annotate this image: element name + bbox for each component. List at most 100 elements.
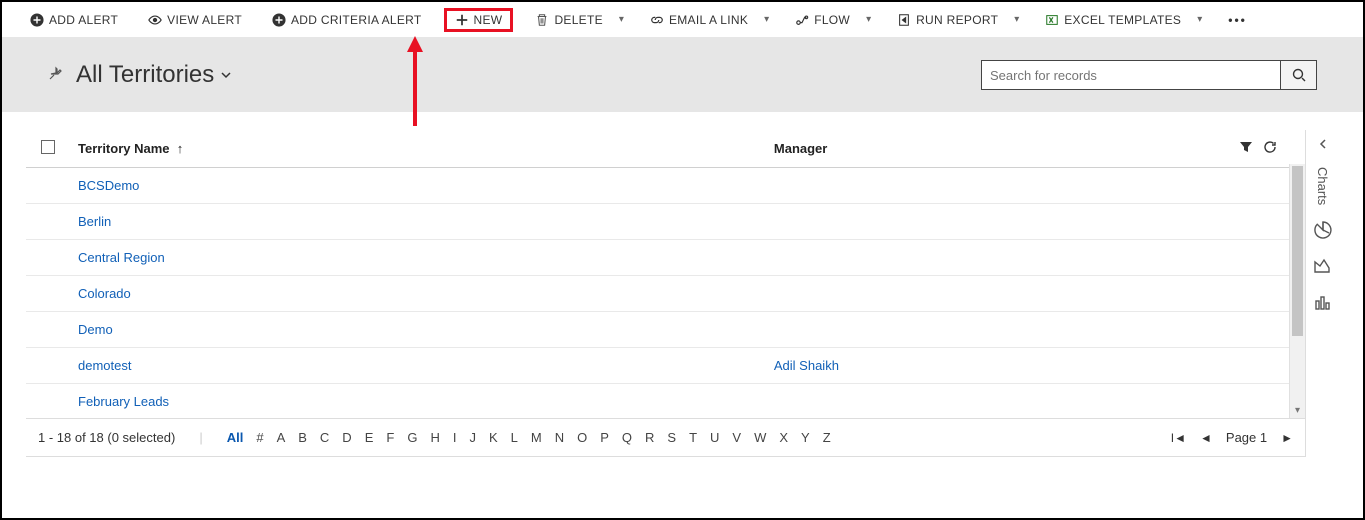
alpha-letter[interactable]: I bbox=[453, 430, 457, 445]
filter-button[interactable] bbox=[1239, 140, 1253, 157]
excel-templates-label: EXCEL TEMPLATES bbox=[1064, 13, 1181, 27]
alpha-all[interactable]: All bbox=[227, 430, 244, 445]
alpha-letter[interactable]: T bbox=[689, 430, 697, 445]
run-report-button[interactable]: RUN REPORT bbox=[889, 9, 1006, 31]
alpha-letter[interactable]: Q bbox=[622, 430, 632, 445]
vertical-scrollbar[interactable]: ▾ bbox=[1289, 164, 1305, 418]
eye-icon bbox=[148, 13, 162, 27]
col-manager[interactable]: Manager bbox=[766, 130, 1231, 168]
scroll-down-icon[interactable]: ▾ bbox=[1290, 402, 1305, 418]
flow-dropdown[interactable]: ▾ bbox=[862, 10, 875, 29]
email-link-button[interactable]: EMAIL A LINK bbox=[642, 9, 756, 31]
alpha-letter[interactable]: Y bbox=[801, 430, 810, 445]
territory-link[interactable]: demotest bbox=[78, 358, 131, 373]
search-button[interactable] bbox=[1281, 60, 1317, 90]
alpha-letter[interactable]: C bbox=[320, 430, 329, 445]
new-label: NEW bbox=[474, 13, 503, 27]
alpha-letter[interactable]: A bbox=[277, 430, 286, 445]
header-row: Territory Name ↑ Manager bbox=[26, 130, 1305, 168]
territory-link[interactable]: Demo bbox=[78, 322, 113, 337]
search-input[interactable] bbox=[981, 60, 1281, 90]
alpha-letter[interactable]: L bbox=[511, 430, 518, 445]
alpha-letter[interactable]: D bbox=[342, 430, 351, 445]
trash-icon bbox=[535, 13, 549, 27]
alpha-letter[interactable]: W bbox=[754, 430, 766, 445]
view-selector[interactable]: All Territories bbox=[76, 61, 232, 89]
alpha-letter[interactable]: U bbox=[710, 430, 719, 445]
excel-icon bbox=[1045, 13, 1059, 27]
add-criteria-alert-button[interactable]: ADD CRITERIA ALERT bbox=[264, 9, 430, 31]
add-alert-button[interactable]: ADD ALERT bbox=[22, 9, 126, 31]
alpha-letter[interactable]: E bbox=[365, 430, 374, 445]
table-row[interactable]: demotest Adil Shaikh bbox=[26, 348, 1305, 384]
alpha-letter[interactable]: V bbox=[732, 430, 741, 445]
alpha-letter[interactable]: R bbox=[645, 430, 654, 445]
first-page-button[interactable]: I◄ bbox=[1171, 431, 1186, 445]
territory-link[interactable]: Berlin bbox=[78, 214, 111, 229]
ellipsis-icon: ••• bbox=[1228, 13, 1247, 27]
territory-link[interactable]: BCSDemo bbox=[78, 178, 139, 193]
alpha-letter[interactable]: S bbox=[667, 430, 676, 445]
email-link-label: EMAIL A LINK bbox=[669, 13, 748, 27]
next-page-button[interactable]: ► bbox=[1281, 431, 1293, 445]
alpha-letter[interactable]: X bbox=[779, 430, 788, 445]
select-all-checkbox[interactable] bbox=[41, 140, 55, 154]
table-row[interactable]: Colorado bbox=[26, 276, 1305, 312]
grid-footer: 1 - 18 of 18 (0 selected) | All#ABCDEFGH… bbox=[26, 418, 1305, 456]
alpha-letter[interactable]: H bbox=[430, 430, 439, 445]
table-row[interactable]: February Leads bbox=[26, 384, 1305, 420]
alpha-filter: All # ABCDEFGHIJKLMNOPQRSTUVWXYZ bbox=[227, 430, 831, 445]
alpha-letter[interactable]: Z bbox=[823, 430, 831, 445]
delete-button[interactable]: DELETE bbox=[527, 9, 610, 31]
refresh-button[interactable] bbox=[1263, 140, 1277, 157]
charts-collapse-button[interactable] bbox=[1317, 138, 1329, 153]
territory-link[interactable]: February Leads bbox=[78, 394, 169, 409]
flow-icon bbox=[795, 13, 809, 27]
flow-button[interactable]: FLOW bbox=[787, 9, 858, 31]
alpha-letter[interactable]: B bbox=[298, 430, 307, 445]
col-manager-label: Manager bbox=[774, 141, 827, 156]
charts-pane: Charts bbox=[1305, 130, 1339, 457]
territory-link[interactable]: Central Region bbox=[78, 250, 165, 265]
report-icon bbox=[897, 13, 911, 27]
email-link-dropdown[interactable]: ▾ bbox=[760, 10, 773, 29]
alpha-letter[interactable]: # bbox=[256, 430, 263, 445]
bar-chart-button[interactable] bbox=[1312, 291, 1334, 313]
view-alert-label: VIEW ALERT bbox=[167, 13, 242, 27]
table-row[interactable]: Berlin bbox=[26, 204, 1305, 240]
table-row[interactable]: BCSDemo bbox=[26, 168, 1305, 204]
territory-link[interactable]: Colorado bbox=[78, 286, 131, 301]
alpha-letter[interactable]: N bbox=[555, 430, 564, 445]
view-alert-button[interactable]: VIEW ALERT bbox=[140, 9, 250, 31]
alpha-letter[interactable]: J bbox=[469, 430, 476, 445]
col-territory-name[interactable]: Territory Name ↑ bbox=[70, 130, 766, 168]
pie-chart-icon bbox=[1313, 220, 1333, 240]
alpha-letter[interactable]: M bbox=[531, 430, 542, 445]
prev-page-button[interactable]: ◄ bbox=[1200, 431, 1212, 445]
area-chart-button[interactable] bbox=[1312, 255, 1334, 277]
area-chart-icon bbox=[1313, 256, 1333, 276]
pie-chart-button[interactable] bbox=[1312, 219, 1334, 241]
bar-chart-icon bbox=[1313, 292, 1333, 312]
alpha-letter[interactable]: F bbox=[386, 430, 394, 445]
run-report-dropdown[interactable]: ▾ bbox=[1010, 10, 1023, 29]
scrollbar-thumb[interactable] bbox=[1292, 166, 1303, 336]
excel-templates-button[interactable]: EXCEL TEMPLATES bbox=[1037, 9, 1189, 31]
plus-circle-icon bbox=[30, 13, 44, 27]
alpha-letter[interactable]: K bbox=[489, 430, 498, 445]
manager-link[interactable]: Adil Shaikh bbox=[774, 358, 839, 373]
table-row[interactable]: Central Region bbox=[26, 240, 1305, 276]
alpha-letter[interactable]: G bbox=[407, 430, 417, 445]
delete-dropdown[interactable]: ▾ bbox=[615, 10, 628, 29]
table-row[interactable]: Demo bbox=[26, 312, 1305, 348]
alpha-letter[interactable]: O bbox=[577, 430, 587, 445]
new-button[interactable]: NEW bbox=[444, 8, 514, 32]
add-alert-label: ADD ALERT bbox=[49, 13, 118, 27]
more-commands-button[interactable]: ••• bbox=[1220, 9, 1255, 31]
excel-templates-dropdown[interactable]: ▾ bbox=[1193, 10, 1206, 29]
pin-icon[interactable] bbox=[48, 66, 64, 85]
alpha-letter[interactable]: P bbox=[600, 430, 609, 445]
sort-asc-icon: ↑ bbox=[173, 141, 183, 156]
refresh-icon bbox=[1263, 140, 1277, 154]
chevron-down-icon bbox=[220, 69, 232, 81]
